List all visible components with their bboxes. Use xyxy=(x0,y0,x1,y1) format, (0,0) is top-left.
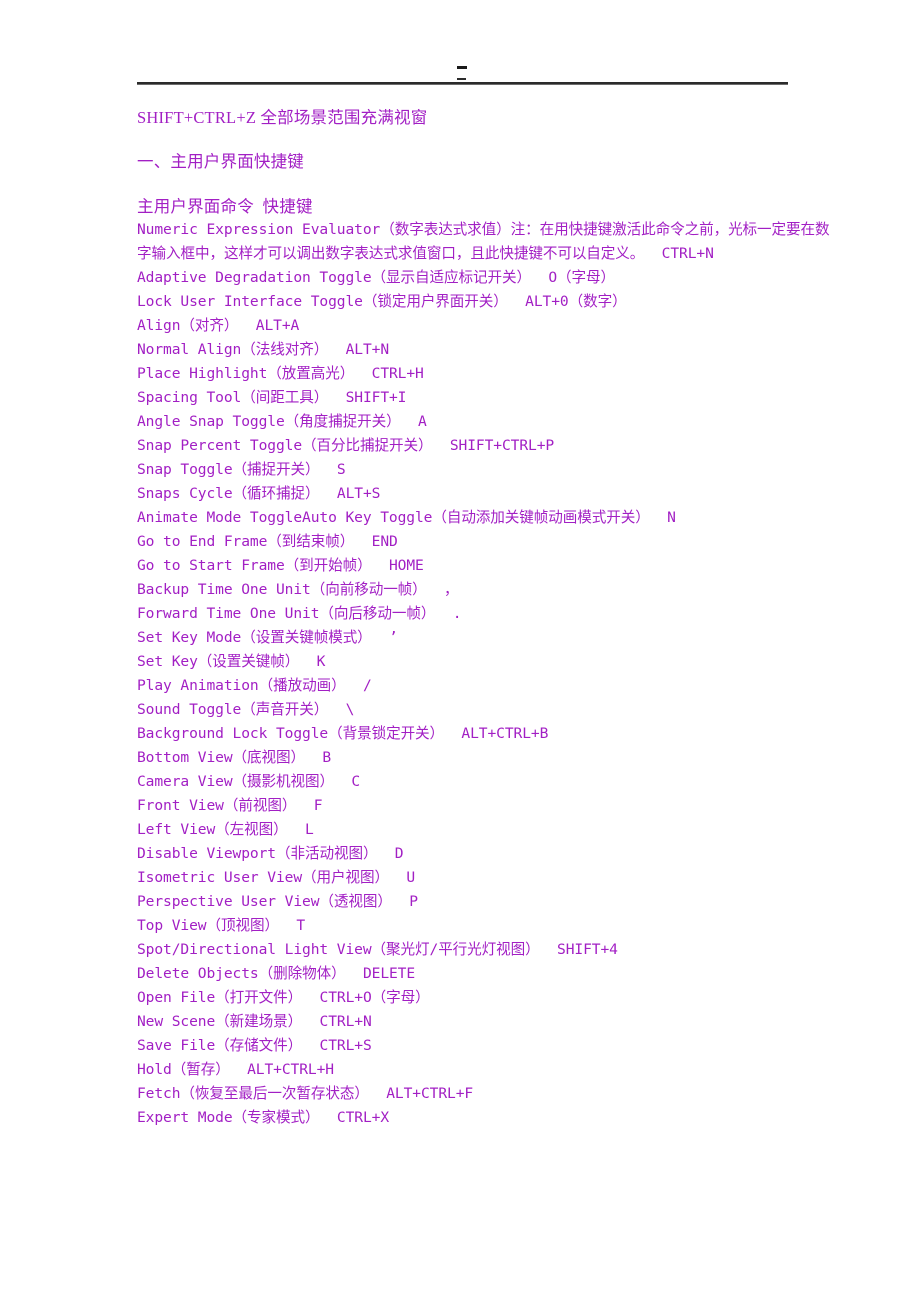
shortcut-entry: Backup Time One Unit（向前移动一帧） ， xyxy=(137,581,459,598)
shortcut-entry: Open File（打开文件） CTRL+O（字母） xyxy=(137,989,430,1006)
shortcut-entry: Camera View（摄影机视图） C xyxy=(137,773,361,790)
shortcut-entry: Save File（存储文件） CTRL+S xyxy=(137,1037,372,1054)
page-header xyxy=(0,0,920,92)
header-rule-tick xyxy=(457,78,466,80)
shortcut-entry: Forward Time One Unit（向后移动一帧） . xyxy=(137,605,462,622)
shortcut-entry: Go to Start Frame（到开始帧） HOME xyxy=(137,557,424,574)
shortcut-entry: Snap Toggle（捕捉开关） S xyxy=(137,461,346,478)
shortcut-entry: Place Highlight（放置高光） CTRL+H xyxy=(137,365,424,382)
shortcut-entry: New Scene（新建场景） CTRL+N xyxy=(137,1013,372,1030)
shortcut-entry: Set Key（设置关键帧） K xyxy=(137,653,326,670)
shortcut-entry: Snap Percent Toggle（百分比捕捉开关） SHIFT+CTRL+… xyxy=(137,437,555,454)
shortcut-entry: Animate Mode ToggleAuto Key Toggle（自动添加关… xyxy=(137,509,676,526)
shortcut-entry: Angle Snap Toggle（角度捕捉开关） A xyxy=(137,413,427,430)
shortcut-entry: Snaps Cycle（循环捕捉） ALT+S xyxy=(137,485,381,502)
shortcut-entry: Left View（左视图） L xyxy=(137,821,314,838)
shortcut-entry: Align（对齐） ALT+A xyxy=(137,317,300,334)
shortcut-entry: Isometric User View（用户视图） U xyxy=(137,869,416,886)
shortcut-entry: Lock User Interface Toggle（锁定用户界面开关） ALT… xyxy=(137,293,627,310)
shortcut-entry: Disable Viewport（非活动视图） D xyxy=(137,845,404,862)
shortcut-entry: Expert Mode（专家模式） CTRL+X xyxy=(137,1109,390,1126)
shortcut-entry: Go to End Frame（到结束帧） END xyxy=(137,533,398,550)
shortcut-entry: Hold（暂存） ALT+CTRL+H xyxy=(137,1061,334,1078)
spacer-after-heading xyxy=(137,173,837,195)
shortcut-entry: Spot/Directional Light View（聚光灯/平行光灯视图） … xyxy=(137,941,618,958)
shortcut-entry: Delete Objects（删除物体） DELETE xyxy=(137,965,416,982)
document-page: SHIFT+CTRL+Z 全部场景范围充满视窗 一、主用户界面快捷键 主用户界面… xyxy=(0,0,920,1302)
shortcut-entry: Spacing Tool（间距工具） SHIFT+I xyxy=(137,389,407,406)
document-body: SHIFT+CTRL+Z 全部场景范围充满视窗 一、主用户界面快捷键 主用户界面… xyxy=(137,106,837,1130)
shortcut-entry: Normal Align（法线对齐） ALT+N xyxy=(137,341,390,358)
shortcut-entry-list: Numeric Expression Evaluator（数字表达式求值）注：在… xyxy=(137,218,837,1130)
shortcut-entry: Fetch（恢复至最后一次暂存状态） ALT+CTRL+F xyxy=(137,1085,474,1102)
header-horizontal-rule xyxy=(137,82,788,85)
shortcut-entry: Background Lock Toggle（背景锁定开关） ALT+CTRL+… xyxy=(137,725,549,742)
shortcut-entry: Perspective User View（透视图） P xyxy=(137,893,418,910)
section-heading: 一、主用户界面快捷键 xyxy=(137,152,304,171)
shortcut-entry: Numeric Expression Evaluator（数字表达式求值）注：在… xyxy=(137,221,830,262)
shortcut-entry: Set Key Mode（设置关键帧模式） ’ xyxy=(137,629,398,646)
shortcut-entry: Sound Toggle（声音开关） \ xyxy=(137,701,355,718)
shortcut-intro-line: SHIFT+CTRL+Z 全部场景范围充满视窗 xyxy=(137,108,428,127)
header-dash-mark xyxy=(457,66,467,69)
shortcut-entry: Front View（前视图） F xyxy=(137,797,323,814)
shortcut-entry: Play Animation（播放动画） / xyxy=(137,677,372,694)
column-header: 主用户界面命令 快捷键 xyxy=(137,197,313,216)
shortcut-entry: Bottom View（底视图） B xyxy=(137,749,332,766)
spacer-after-intro xyxy=(137,129,837,150)
shortcut-entry: Adaptive Degradation Toggle（显示自适应标记开关） O… xyxy=(137,269,615,286)
shortcut-entry: Top View（顶视图） T xyxy=(137,917,306,934)
